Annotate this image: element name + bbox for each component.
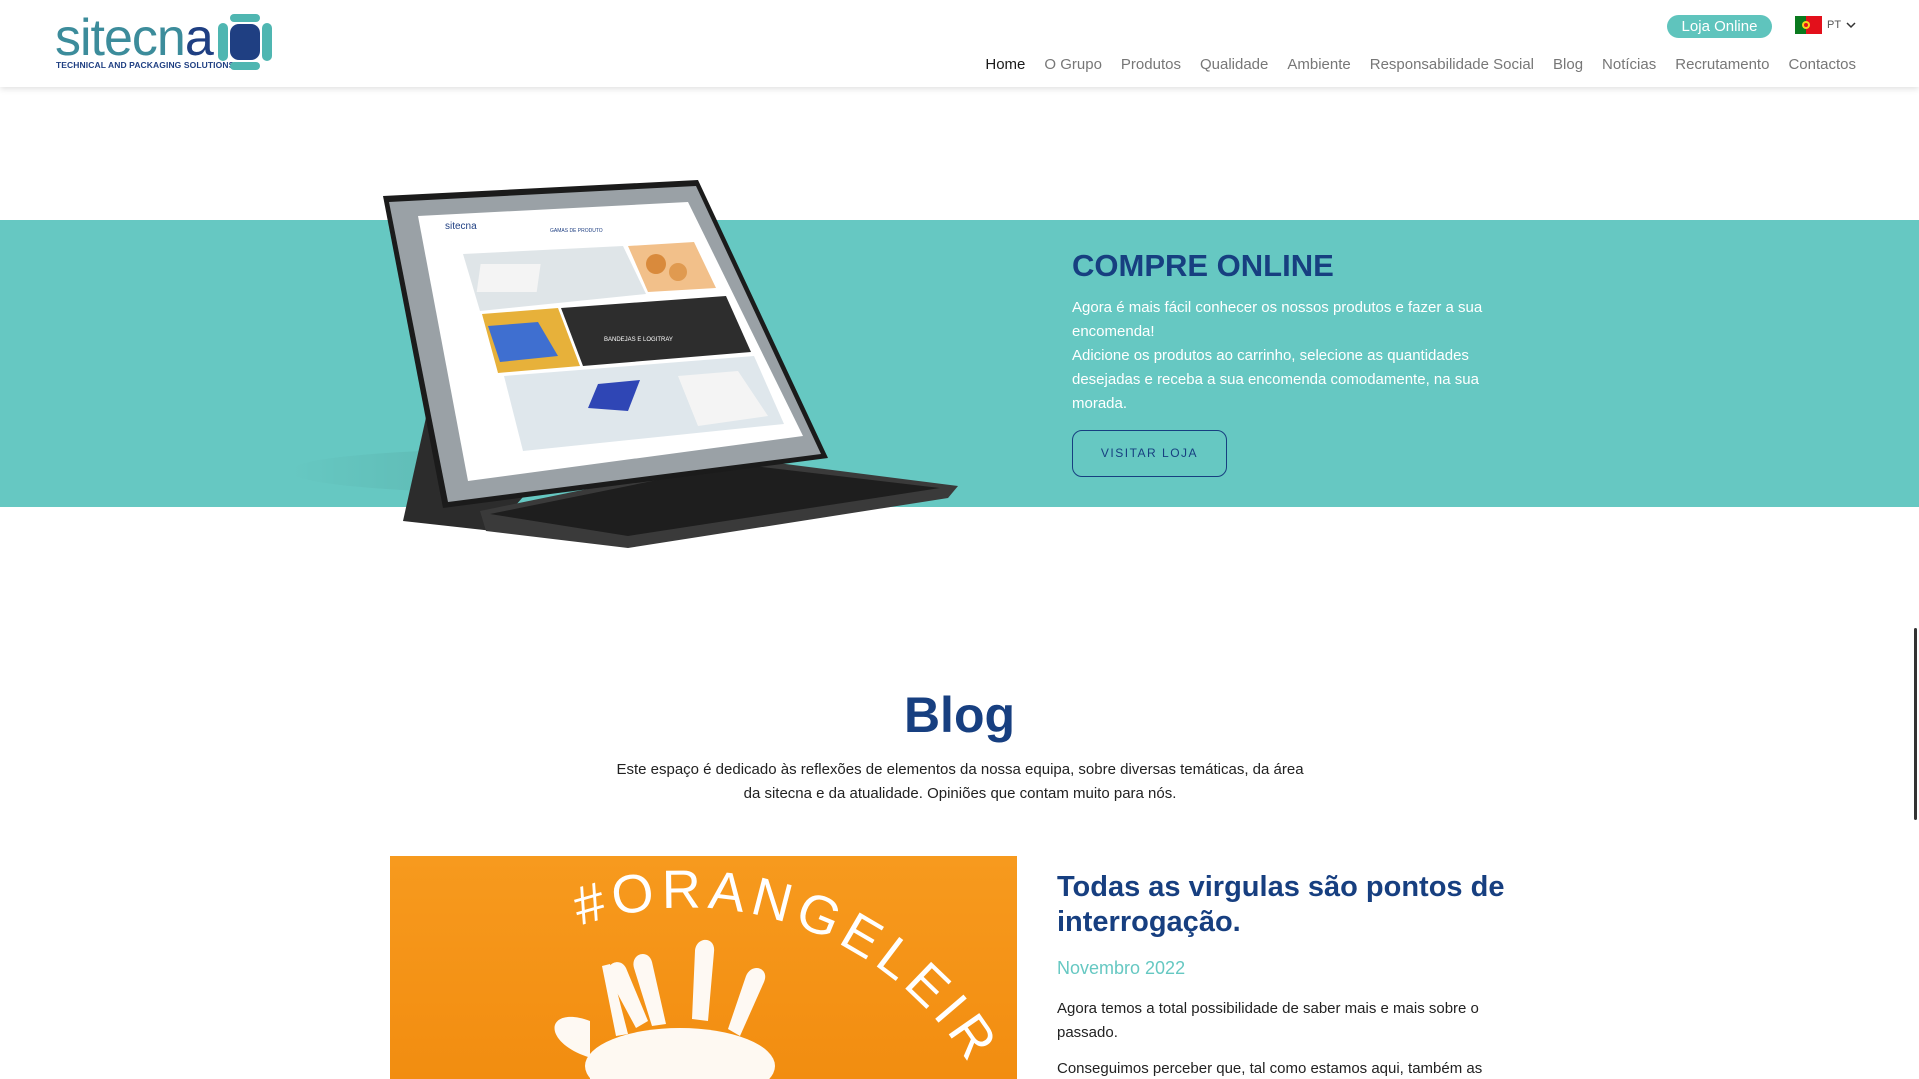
blog-post-paragraph-1: Agora temos a total possibilidade de sab… (1057, 1000, 1479, 1041)
language-code: PT (1827, 19, 1842, 31)
online-shop-button[interactable]: Loja Online (1667, 15, 1772, 38)
nav-ambiente[interactable]: Ambiente (1287, 56, 1350, 73)
visit-shop-button[interactable]: VISITAR LOJA (1072, 430, 1227, 477)
blog-section-title: Blog (903, 687, 1016, 743)
buy-online-paragraph-1: Agora é mais fácil conhecer os nossos pr… (1072, 299, 1483, 340)
nav-noticias[interactable]: Notícias (1602, 56, 1656, 73)
portugal-flag-icon (1795, 16, 1822, 34)
nav-o-grupo[interactable]: O Grupo (1044, 56, 1102, 73)
logo-tagline: TECHNICAL AND PACKAGING SOLUTIONS (56, 60, 235, 70)
buy-online-text: Agora é mais fácil conhecer os nossos pr… (1072, 296, 1502, 416)
nav-recrutamento[interactable]: Recrutamento (1675, 56, 1769, 73)
site-header: sitecna TECHNICAL AND PACKAGING SOLUTION… (0, 0, 1919, 87)
chevron-down-icon (1846, 22, 1856, 29)
nav-blog[interactable]: Blog (1553, 56, 1583, 73)
tablet-screen-highlight: BANDEJAS E LOGITRAY (604, 337, 673, 343)
tablet-keyboard-illustration: sitecna GAMAS DE PRODUTO BANDEJAS E LOGI… (288, 180, 958, 548)
language-selector[interactable]: PT (1795, 16, 1856, 34)
nav-produtos[interactable]: Produtos (1121, 56, 1181, 73)
logo-mark-icon (218, 14, 272, 70)
nav-home[interactable]: Home (985, 56, 1025, 73)
buy-online-title: COMPRE ONLINE (1072, 248, 1334, 283)
nav-responsabilidade-social[interactable]: Responsabilidade Social (1370, 56, 1534, 73)
blog-post-paragraph-2: Conseguimos perceber que, tal como estam… (1057, 1060, 1483, 1077)
nav-qualidade[interactable]: Qualidade (1200, 56, 1268, 73)
blog-post-image[interactable]: #ORANGELEIRIA (390, 856, 1017, 1079)
tablet-screen-logo: sitecna (445, 221, 477, 232)
blog-intro-line-1: Este espaço é dedicado às reflexões de e… (616, 761, 1304, 778)
blog-intro-line-2: da sitecna e da atualidade. Opiniões que… (743, 785, 1177, 802)
logo-wordmark: sitecna (55, 9, 214, 67)
blog-post-date: Novembro 2022 (1057, 958, 1186, 978)
tablet-screen-heading: GAMAS DE PRODUTO (550, 228, 603, 234)
sitecna-logo[interactable]: sitecna TECHNICAL AND PACKAGING SOLUTION… (55, 10, 295, 76)
orangeleiria-hand-graphic: #ORANGELEIRIA (390, 856, 1005, 1079)
hand-print-icon (554, 939, 775, 1079)
nav-contactos[interactable]: Contactos (1788, 56, 1856, 73)
blog-intro: Este espaço é dedicado às reflexões de e… (610, 758, 1310, 806)
page-scrollbar[interactable] (1914, 628, 1917, 820)
blog-post-title[interactable]: Todas as virgulas são pontos de interrog… (1057, 870, 1517, 940)
buy-online-paragraph-2: Adicione os produtos ao carrinho, seleci… (1072, 347, 1479, 412)
main-nav: Home O Grupo Produtos Qualidade Ambiente… (985, 56, 1856, 73)
